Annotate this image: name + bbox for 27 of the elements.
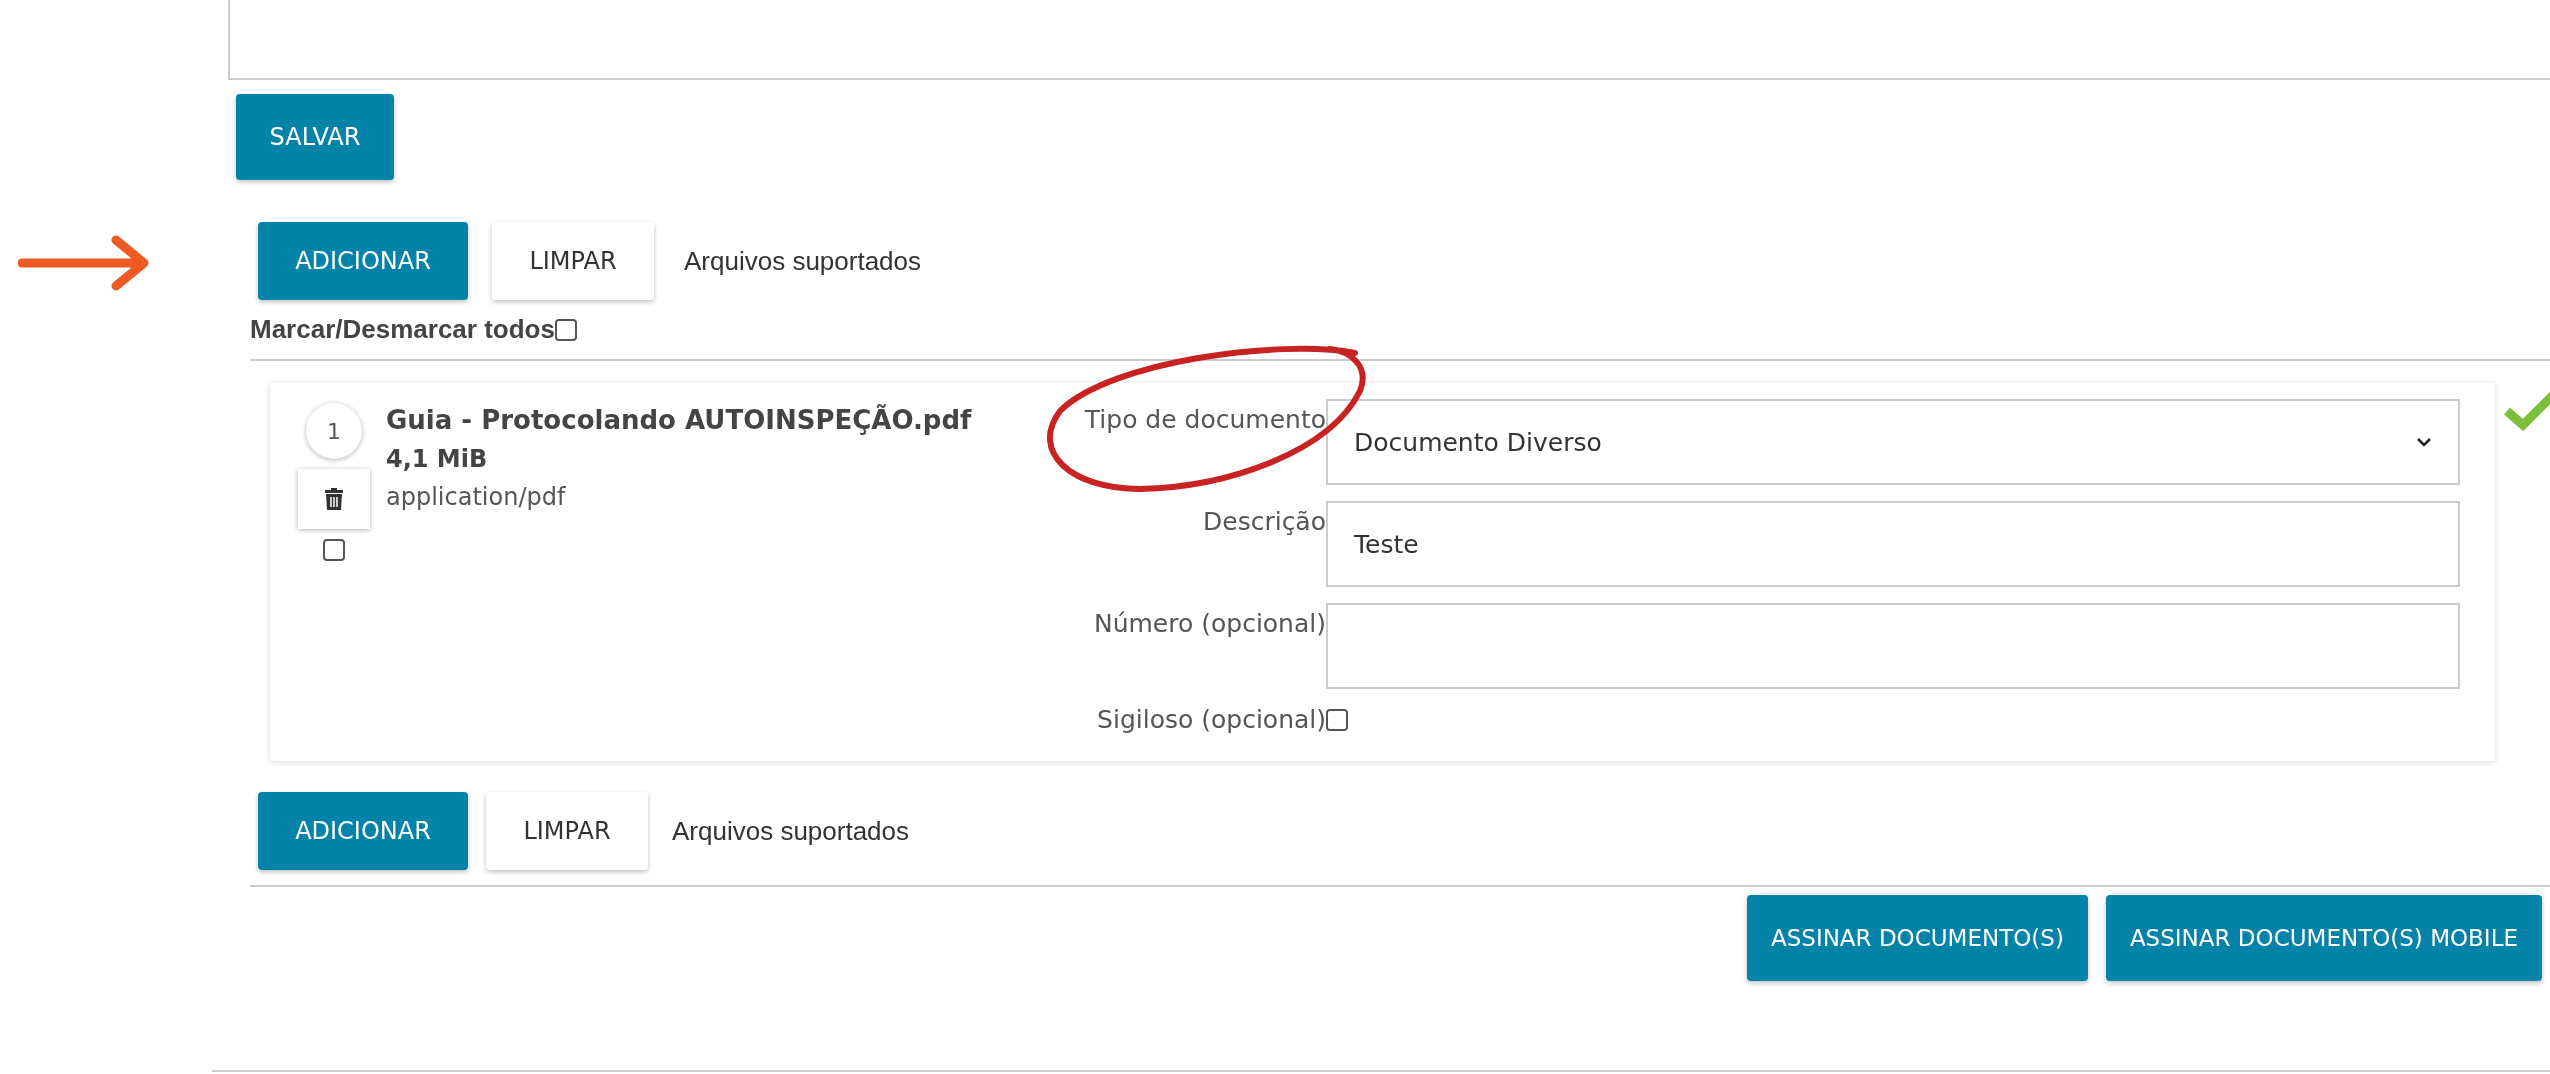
- field-label: Número (opcional): [1092, 608, 1326, 638]
- confidential-checkbox[interactable]: [1326, 708, 1348, 731]
- sign-button[interactable]: ASSINAR DOCUMENTO(S) MOBILE: [2105, 895, 2542, 981]
- field-label: Tipo de documento: [1083, 404, 1326, 434]
- clear-button[interactable]: LIMPAR: [486, 792, 648, 870]
- supported-files-link[interactable]: Arquivos suportados: [684, 245, 922, 277]
- delete-button[interactable]: [298, 469, 370, 529]
- field-label: Descrição: [1202, 506, 1326, 536]
- field-label: Sigiloso (opcional): [1096, 705, 1326, 734]
- select-all-label: Marcar/Desmarcar todos: [250, 314, 555, 345]
- text-input-field[interactable]: [1326, 603, 2460, 689]
- trash-icon: [324, 487, 344, 511]
- select-all-checkbox[interactable]: [554, 318, 577, 341]
- file-size: 4,1 MiB: [386, 445, 489, 473]
- save-button[interactable]: SALVAR: [236, 94, 394, 180]
- text-input-field[interactable]: Teste: [1326, 501, 2460, 587]
- sign-button[interactable]: ASSINAR DOCUMENTO(S): [1746, 895, 2088, 981]
- file-number-badge: 1: [306, 403, 362, 459]
- chevron-down-icon: [2416, 437, 2432, 447]
- file-checkbox[interactable]: [323, 539, 345, 561]
- add-button[interactable]: ADICIONAR: [258, 222, 468, 300]
- file-name: Guia - Protocolando AUTOINSPEÇÃO.pdf: [386, 405, 973, 435]
- add-button[interactable]: ADICIONAR: [258, 792, 468, 870]
- clear-button[interactable]: LIMPAR: [492, 222, 654, 300]
- supported-files-link[interactable]: Arquivos suportados: [672, 815, 910, 847]
- file-type: application/pdf: [386, 483, 567, 511]
- document-type-select[interactable]: Documento Diverso: [1326, 399, 2460, 485]
